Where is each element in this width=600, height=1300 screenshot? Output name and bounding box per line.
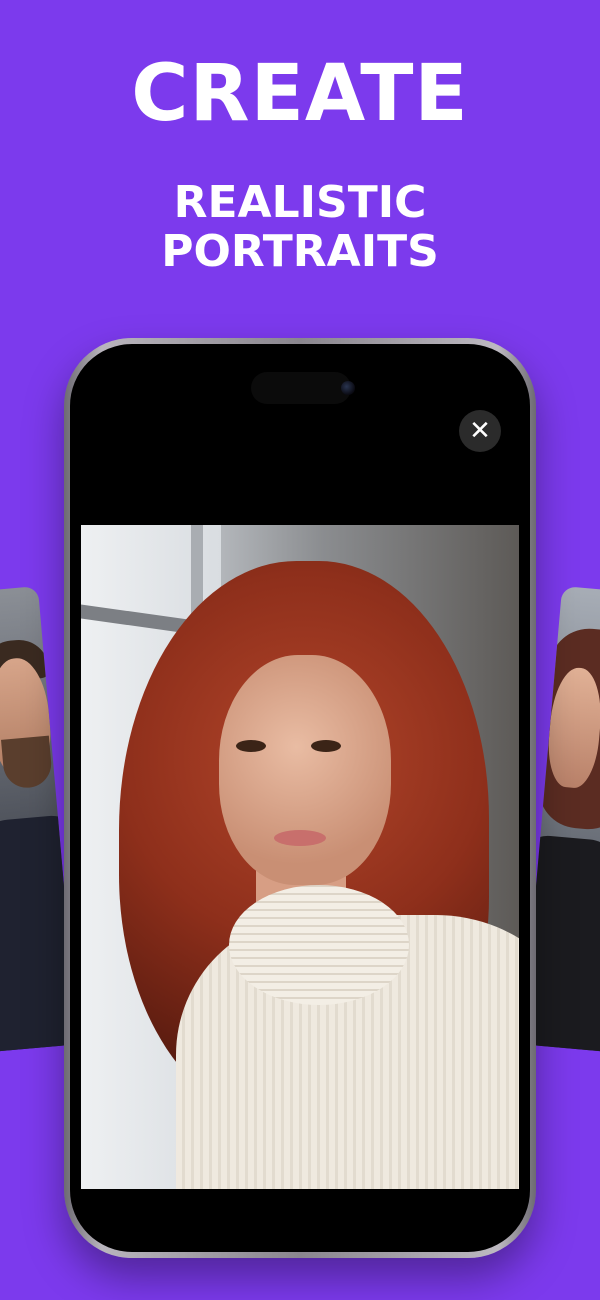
portrait-face bbox=[219, 655, 391, 885]
portrait-turtleneck bbox=[229, 885, 409, 1005]
side-portrait-beard bbox=[1, 735, 54, 790]
front-camera bbox=[341, 381, 355, 395]
subtitle-line-1: REALISTIC bbox=[173, 177, 427, 228]
phone-mockup: ✕ bbox=[64, 338, 536, 1258]
close-button[interactable]: ✕ bbox=[459, 410, 501, 452]
portrait-eye-right bbox=[311, 740, 341, 752]
portrait-image bbox=[81, 525, 519, 1189]
headline-title: CREATE bbox=[131, 49, 469, 139]
portrait-lips bbox=[274, 830, 326, 846]
close-icon: ✕ bbox=[469, 416, 491, 446]
phone-screen: ✕ bbox=[70, 344, 530, 1252]
dynamic-island bbox=[251, 372, 351, 404]
portrait-eye-left bbox=[236, 740, 266, 752]
subtitle-line-2: PORTRAITS bbox=[161, 226, 439, 278]
headline-subtitle: REALISTIC PORTRAITS bbox=[0, 178, 600, 277]
